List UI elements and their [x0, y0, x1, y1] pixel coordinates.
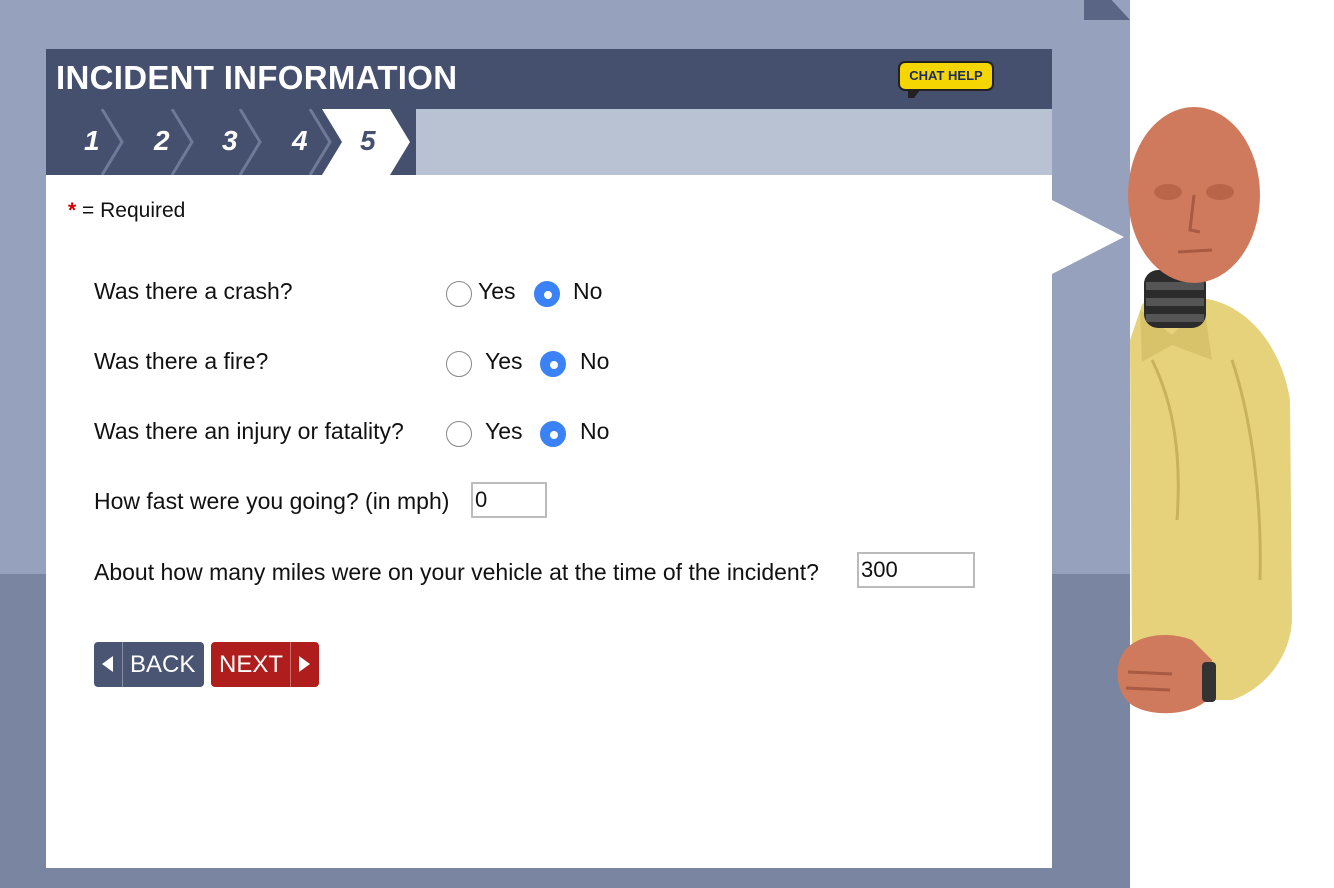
- next-button-label: NEXT: [219, 651, 284, 678]
- crash-yes-radio[interactable]: [446, 281, 472, 307]
- fire-question-label: Was there a fire?: [94, 348, 269, 374]
- crash-test-dummy-mascot: [1117, 107, 1292, 714]
- page-title: INCIDENT INFORMATION: [56, 59, 458, 96]
- form-header: INCIDENT INFORMATION CHAT HELP: [46, 49, 1052, 109]
- step-4[interactable]: 4: [254, 109, 332, 175]
- next-button[interactable]: NEXT: [211, 642, 319, 687]
- required-text: = Required: [82, 199, 186, 222]
- incident-form-panel: INCIDENT INFORMATION CHAT HELP 1 2 3 4 5…: [46, 49, 1052, 868]
- back-button[interactable]: BACK: [94, 642, 204, 687]
- injury-no-radio[interactable]: [540, 421, 566, 447]
- back-button-label: BACK: [130, 651, 196, 678]
- step-progress-bar: 1 2 3 4 5: [46, 109, 1052, 175]
- fire-no-label: No: [580, 348, 610, 374]
- crash-yes-label: Yes: [478, 278, 516, 304]
- miles-input[interactable]: [857, 552, 975, 588]
- required-legend: * = Required: [68, 199, 185, 223]
- required-star: *: [68, 199, 77, 222]
- fire-yes-radio[interactable]: [446, 351, 472, 377]
- step-number: 2: [154, 125, 170, 156]
- crash-no-label: No: [573, 278, 603, 304]
- injury-yes-radio[interactable]: [446, 421, 472, 447]
- fire-no-radio[interactable]: [540, 351, 566, 377]
- step-number: 1: [84, 125, 100, 156]
- fire-yes-label: Yes: [485, 348, 523, 374]
- step-5[interactable]: 5: [322, 109, 422, 175]
- step-1[interactable]: 1: [46, 109, 124, 175]
- step-3[interactable]: 3: [184, 109, 262, 175]
- injury-no-label: No: [580, 418, 610, 444]
- step-number: 4: [292, 125, 308, 156]
- step-number: 5: [360, 125, 376, 156]
- miles-question-label: About how many miles were on your vehicl…: [94, 559, 819, 585]
- step-2[interactable]: 2: [116, 109, 194, 175]
- crash-question-label: Was there a crash?: [94, 278, 293, 304]
- chat-help-button[interactable]: CHAT HELP: [898, 61, 994, 98]
- speed-question-label: How fast were you going? (in mph): [94, 488, 450, 514]
- injury-question-label: Was there an injury or fatality?: [94, 418, 404, 444]
- button-divider: [122, 642, 123, 687]
- button-divider: [290, 642, 291, 687]
- speed-input[interactable]: [471, 482, 547, 518]
- next-arrow-icon: [299, 656, 310, 672]
- step-number: 3: [222, 125, 238, 156]
- injury-yes-label: Yes: [485, 418, 523, 444]
- back-arrow-icon: [102, 656, 113, 672]
- crash-no-radio[interactable]: [534, 281, 560, 307]
